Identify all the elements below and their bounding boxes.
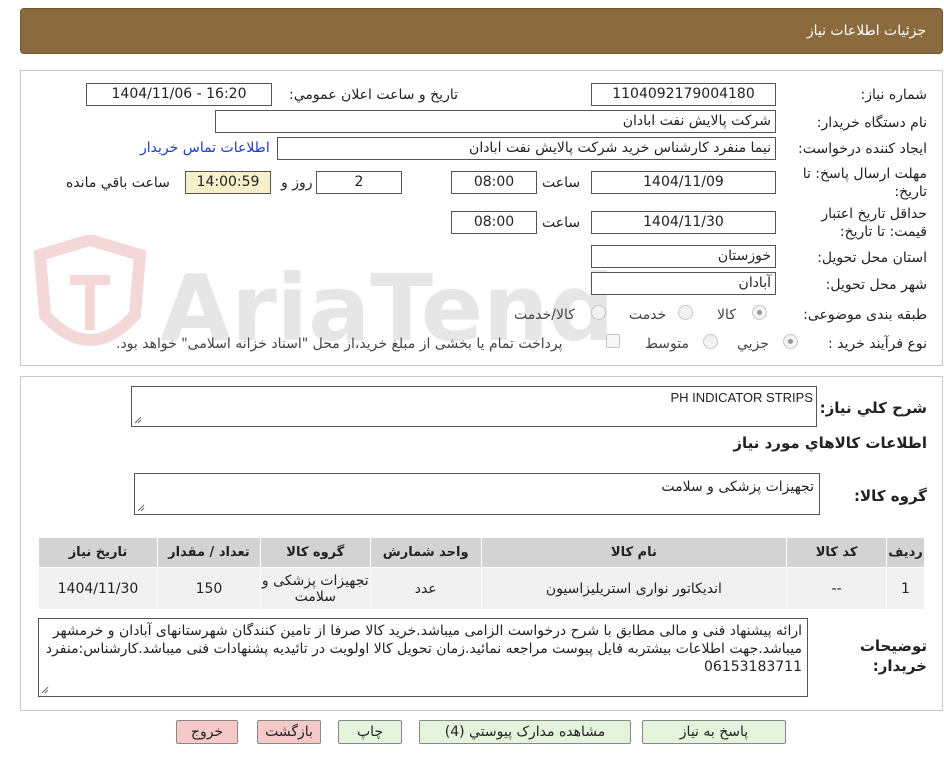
category-label: طبقه بندی موضوعی: (803, 307, 927, 323)
announce-datetime-label: تاریخ و ساعت اعلان عمومي: (289, 87, 458, 103)
goods-group-textarea: تجهیزات پزشکی و سلامت (134, 473, 820, 515)
general-desc-textarea: PH INDICATOR STRIPS (131, 386, 817, 427)
days-label: روز و (281, 175, 313, 191)
col-row: رديف (886, 537, 925, 568)
need-number-label: شماره نیاز: (860, 87, 928, 103)
col-quantity: تعداد / مقدار (157, 537, 261, 568)
process-option-medium: متوسط (645, 336, 689, 352)
view-attachments-button[interactable]: مشاهده مدارک پيوستي (4) (419, 720, 631, 744)
resize-grip-icon[interactable] (137, 504, 145, 512)
cell-code: -- (786, 567, 888, 610)
reply-days-field: 2 (316, 171, 402, 194)
items-heading: اطلاعات کالاهاي مورد نياز (733, 434, 927, 452)
resize-grip-icon[interactable] (41, 686, 49, 694)
col-unit: واحد شمارش (369, 537, 482, 568)
back-button[interactable]: بازگشت (257, 720, 321, 744)
process-radio-minor[interactable] (783, 334, 798, 349)
resize-grip-icon[interactable] (134, 416, 142, 424)
cell-date: 1404/11/30 (38, 567, 158, 610)
goods-group-label: گروه کالا: (854, 487, 927, 505)
province-field: خوزستان (591, 245, 776, 268)
shield-icon (33, 235, 147, 346)
col-group: گروه کالا (259, 537, 371, 568)
requester-label: ايجاد کننده درخواست: (798, 141, 927, 157)
category-radio-goods[interactable] (752, 305, 767, 320)
buyer-notes-label: توضيحات خريدار: (859, 637, 927, 675)
cell-unit: عدد (369, 567, 482, 610)
goods-group-text: تجهیزات پزشکی و سلامت (661, 479, 814, 495)
col-date: تاریخ نیاز (38, 537, 158, 568)
remaining-time-field: 14:00:59 (185, 171, 271, 194)
price-validity-date-field: 1404/11/30 (591, 211, 776, 234)
announce-datetime-field: 1404/11/06 - 16:20 (86, 83, 272, 106)
buyer-org-field: شرکت پالايش نفت ابادان (215, 110, 776, 133)
reply-deadline-label: مهلت ارسال پاسخ: تا تاريخ: (802, 166, 927, 200)
cell-group: تجهیزات پزشکی و سلامت (259, 567, 371, 610)
reply-deadline-time-field: 08:00 (451, 171, 537, 194)
table-row: 1 -- اندیکاتور نواری استریلیزاسیون عدد ت… (38, 567, 925, 610)
col-code: کد کالا (786, 537, 888, 568)
buyer-org-label: نام دستگاه خريدار: (816, 115, 927, 131)
treasury-payment-checkbox[interactable] (606, 334, 620, 348)
cell-name: اندیکاتور نواری استریلیزاسیون (480, 567, 788, 610)
items-table: رديف کد کالا نام کالا واحد شمارش گروه کا… (38, 537, 925, 610)
buyer-notes-text: ارائه پیشنهاد فنی و مالی مطابق با شرح در… (45, 623, 802, 675)
need-number-field: 1104092179004180 (591, 83, 776, 106)
category-option-service: خدمت (629, 307, 667, 323)
province-label: استان محل تحويل: (817, 250, 927, 266)
general-desc-text: PH INDICATOR STRIPS (670, 390, 813, 405)
city-field: آبادان (591, 272, 776, 295)
purchase-process-label: نوع فرآيند خريد : (828, 336, 927, 352)
remaining-time-label: ساعت باقي مانده (66, 175, 170, 191)
process-radio-medium[interactable] (703, 334, 718, 349)
cell-quantity: 150 (157, 567, 261, 610)
items-table-header: رديف کد کالا نام کالا واحد شمارش گروه کا… (38, 537, 925, 568)
requester-field: نیما منفرد کارشناس خرید شرکت پالايش نفت … (277, 137, 776, 160)
treasury-payment-note: پرداخت تمام يا بخشی از مبلغ خريد،از محل … (116, 336, 563, 352)
city-label: شهر محل تحويل: (825, 277, 927, 293)
category-option-goods: کالا (717, 307, 736, 323)
reply-deadline-date-field: 1404/11/09 (591, 171, 776, 194)
category-option-goods-service: کالا/خدمت (514, 307, 575, 323)
buyer-notes-textarea: ارائه پیشنهاد فنی و مالی مطابق با شرح در… (38, 618, 808, 697)
price-validity-time-field: 08:00 (451, 211, 537, 234)
print-button[interactable]: چاپ (338, 720, 402, 744)
page-header: جزئیات اطلاعات نیاز (20, 8, 943, 54)
watermark-logo: AriaTender.net (33, 235, 610, 362)
col-name: نام کالا (480, 537, 788, 568)
category-radio-service[interactable] (678, 305, 693, 320)
reply-button[interactable]: پاسخ به نياز (642, 720, 786, 744)
page-title: جزئیات اطلاعات نیاز (806, 23, 926, 39)
category-radio-goods-service[interactable] (591, 305, 606, 320)
reply-deadline-time-label: ساعت (542, 175, 581, 191)
price-validity-time-label: ساعت (542, 215, 581, 231)
buyer-contact-link[interactable]: اطلاعات تماس خريدار (140, 140, 270, 156)
process-option-minor: جزیي (737, 336, 769, 352)
general-desc-label: شرح کلي نياز: (819, 399, 927, 417)
price-validity-label: حداقل تاريخ اعتبار قيمت: تا تاريخ: (821, 206, 927, 240)
cell-row: 1 (886, 567, 925, 610)
exit-button[interactable]: خروج (176, 720, 238, 744)
